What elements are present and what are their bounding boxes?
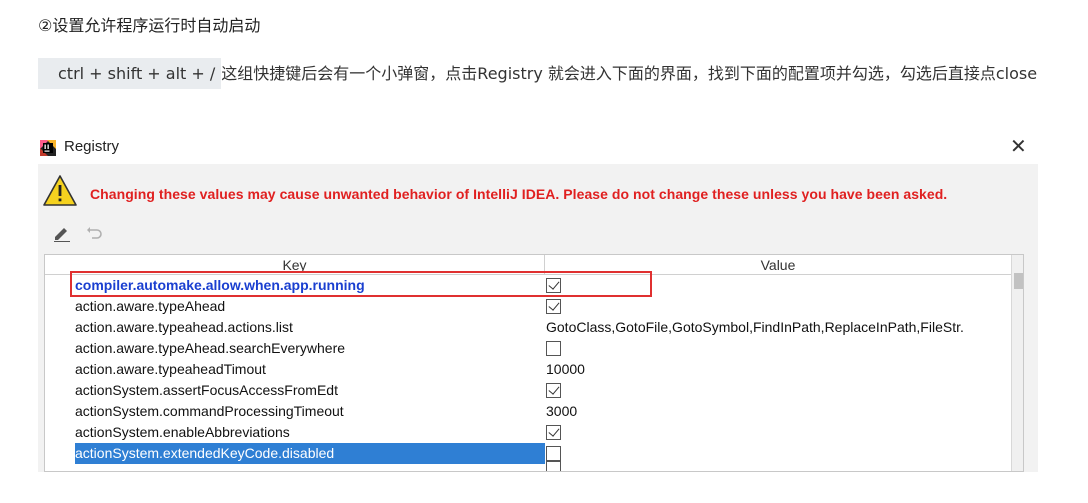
annotation-highlight-box — [70, 271, 652, 297]
row-checkbox[interactable] — [546, 341, 561, 356]
table-row[interactable]: action.aware.typeahead.actions.list Goto… — [45, 317, 1011, 338]
table-row[interactable]: action.aware.typeAhead — [45, 296, 1011, 317]
table-rows: compiler.automake.allow.when.app.running… — [45, 275, 1011, 464]
warning-text: Changing these values may cause unwanted… — [90, 186, 948, 202]
dialog-title: Registry — [64, 138, 120, 155]
row-value[interactable]: 10000 — [546, 359, 585, 380]
table-row[interactable]: actionSystem.assertFocusAccessFromEdt — [45, 380, 1011, 401]
instruction-text: 这组快捷键后会有一个小弹窗，点击Registry 就会进入下面的界面，找到下面的… — [221, 64, 1038, 83]
pencil-icon[interactable] — [52, 224, 72, 242]
dialog-titlebar: Registry ✕ — [38, 132, 1038, 164]
undo-icon[interactable] — [86, 224, 104, 242]
row-value[interactable]: GotoClass,GotoFile,GotoSymbol,FindInPath… — [546, 317, 964, 338]
table-row[interactable]: action.aware.typeaheadTimout 10000 — [45, 359, 1011, 380]
row-key: action.aware.typeAhead.searchEverywhere — [75, 340, 346, 356]
registry-dialog: Registry ✕ Changing these values may cau… — [38, 132, 1038, 472]
row-value[interactable]: 3000 — [546, 401, 577, 422]
row-key: action.aware.typeAhead — [75, 298, 226, 314]
row-key: action.aware.typeahead.actions.list — [75, 319, 293, 335]
row-key: actionSystem.extendedKeyCode.disabled — [75, 445, 335, 461]
table-row[interactable]: actionSystem.enableAbbreviations — [45, 422, 1011, 443]
row-checkbox[interactable] — [546, 383, 561, 398]
table-row-selected[interactable]: actionSystem.extendedKeyCode.disabled — [45, 443, 1011, 464]
partial-row-checkbox — [546, 461, 561, 471]
row-key: actionSystem.assertFocusAccessFromEdt — [75, 382, 338, 398]
row-key: actionSystem.commandProcessingTimeout — [75, 403, 344, 419]
row-key: action.aware.typeaheadTimout — [75, 361, 266, 377]
close-icon[interactable]: ✕ — [1010, 135, 1027, 157]
article-step-heading: ②设置允许程序运行时自动启动 — [38, 16, 261, 35]
table-row[interactable]: actionSystem.commandProcessingTimeout 30… — [45, 401, 1011, 422]
shortcut-code: ctrl + shift + alt + / — [38, 58, 222, 89]
row-checkbox[interactable] — [546, 425, 561, 440]
warning-triangle-icon — [43, 175, 77, 206]
row-key: actionSystem.enableAbbreviations — [75, 424, 290, 440]
intellij-idea-icon — [40, 140, 56, 156]
scrollbar-thumb[interactable] — [1014, 273, 1023, 289]
row-checkbox[interactable] — [546, 446, 561, 461]
vertical-scrollbar[interactable] — [1011, 255, 1023, 471]
article-instruction: ctrl + shift + alt + / 这组快捷键后会有一个小弹窗，点击Re… — [38, 58, 1058, 90]
dialog-content: Changing these values may cause unwanted… — [38, 164, 1038, 472]
row-checkbox[interactable] — [546, 299, 561, 314]
table-row[interactable]: action.aware.typeAhead.searchEverywhere — [45, 338, 1011, 359]
